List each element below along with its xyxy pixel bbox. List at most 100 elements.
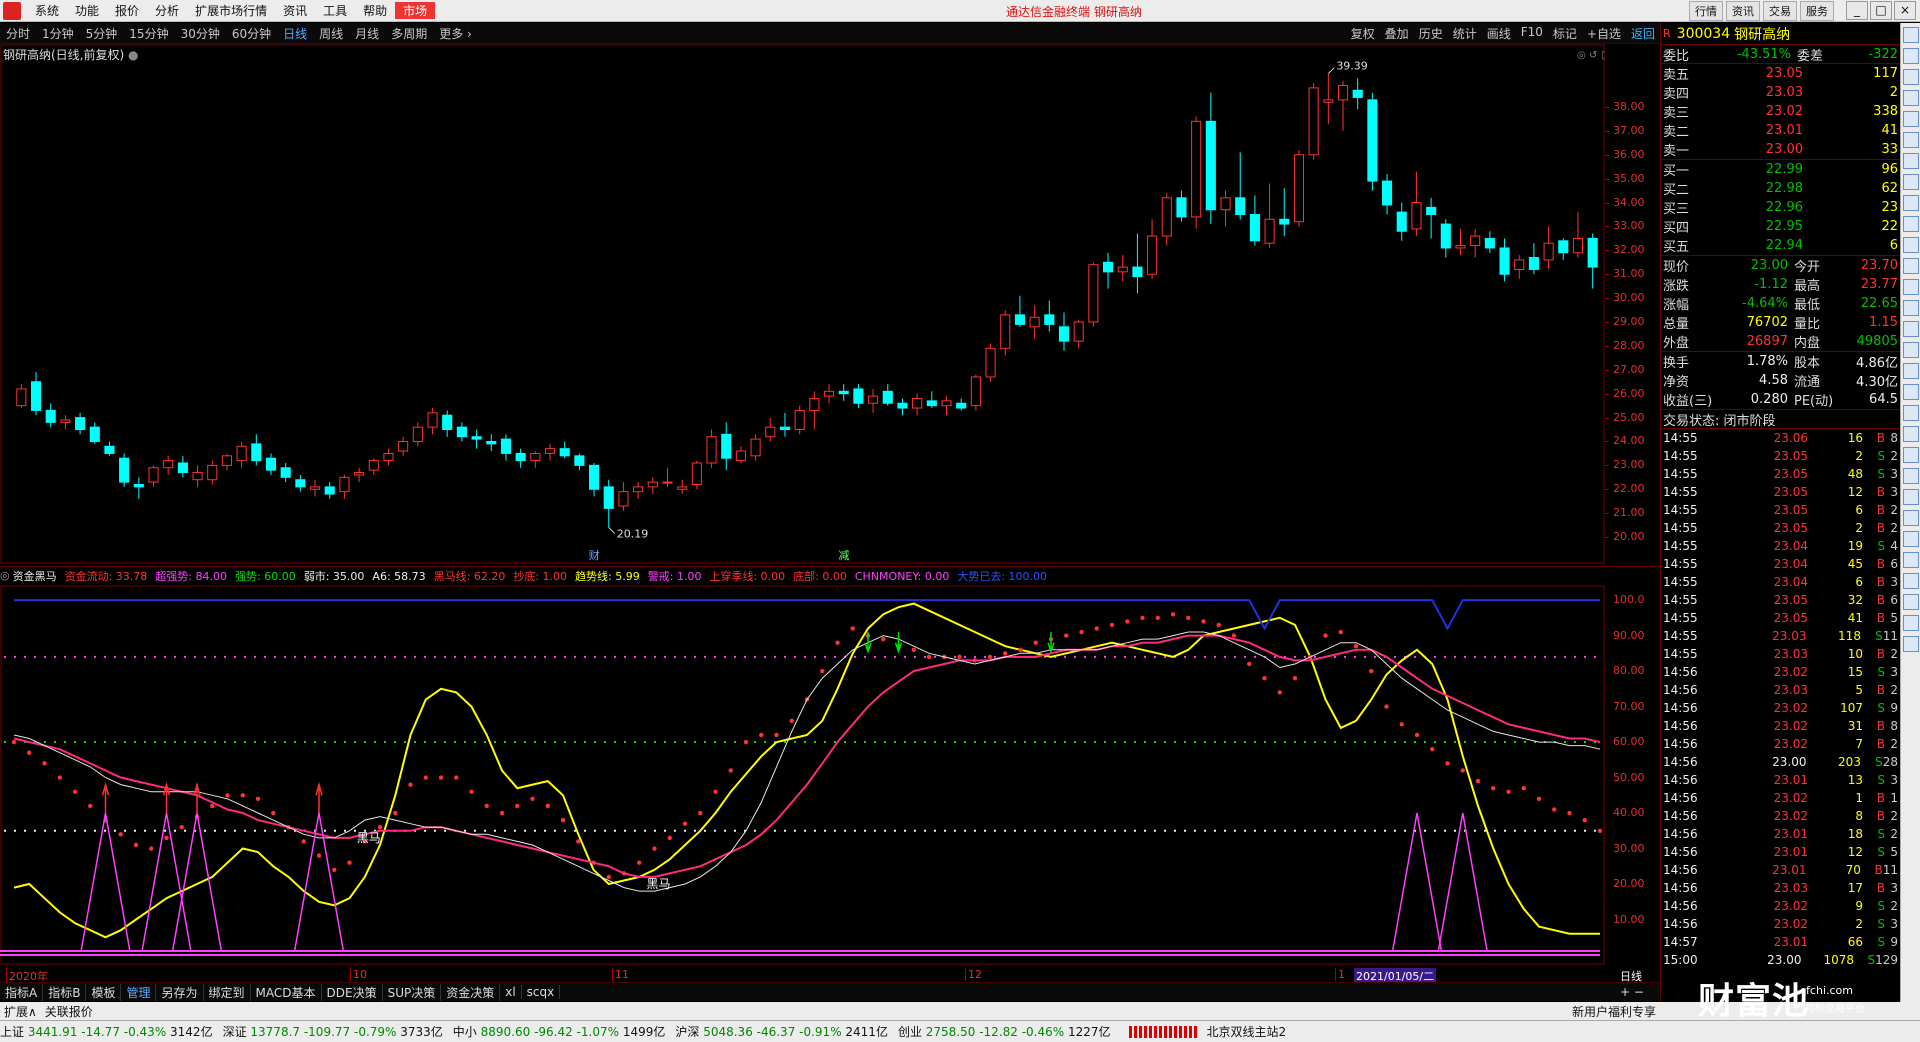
doc-icon[interactable]	[1903, 300, 1919, 316]
window-icon[interactable]	[1903, 237, 1919, 253]
indicator-toggle-icon[interactable]: ◎	[0, 569, 10, 582]
grid-icon[interactable]	[1903, 111, 1919, 127]
toolbar-stats[interactable]: 统计	[1448, 25, 1482, 42]
tick-list[interactable]: 14:55 23.06 16 B 8 14:55 23.05 2 S 2 14:55 23.05 48 S…	[1661, 429, 1900, 969]
indicator-tab[interactable]: SUP决策	[383, 983, 442, 1001]
month-icon[interactable]	[1903, 573, 1919, 589]
home-icon[interactable]	[1903, 27, 1919, 43]
up-icon[interactable]	[1903, 48, 1919, 64]
period-60min[interactable]: 60分钟	[226, 25, 277, 42]
toolbar-add-watchlist[interactable]: +自选	[1582, 25, 1626, 42]
index-quote[interactable]: 中小 8890.60 -96.42 -1.07% 1499亿	[453, 1023, 666, 1040]
indicator-tab[interactable]: 管理	[121, 983, 157, 1001]
top-button-trade[interactable]: 交易	[1763, 1, 1797, 21]
maximize-button[interactable]: □	[1870, 1, 1892, 20]
toolbar-draw[interactable]: 画线	[1482, 25, 1516, 42]
candlestick-chart[interactable]: 39.3920.19财减◎↺□	[0, 44, 1605, 564]
kline-icon[interactable]	[1903, 195, 1919, 211]
indicator-tab[interactable]: 指标B	[43, 983, 87, 1001]
toolbar-history[interactable]: 历史	[1414, 25, 1448, 42]
index-quote[interactable]: 创业 2758.50 -12.82 -0.46% 1227亿	[898, 1023, 1111, 1040]
calc-icon[interactable]	[1903, 447, 1919, 463]
bar-icon[interactable]	[1903, 153, 1919, 169]
menu-function[interactable]: 功能	[67, 2, 107, 19]
indicator-name[interactable]: 资金黑马	[13, 568, 57, 584]
season-icon[interactable]	[1903, 615, 1919, 631]
server-name[interactable]: 北京双线主站2	[1207, 1023, 1287, 1040]
period-multi[interactable]: 多周期	[385, 25, 433, 42]
indicator-tab[interactable]: 绑定到	[204, 983, 251, 1001]
menu-system[interactable]: 系统	[27, 2, 67, 19]
cross-icon[interactable]	[1903, 342, 1919, 358]
toolbar-mark[interactable]: 标记	[1548, 25, 1582, 42]
fund-flow-point	[179, 825, 184, 830]
year-icon[interactable]	[1903, 636, 1919, 652]
thirty-icon[interactable]	[1903, 489, 1919, 505]
indicator-chart[interactable]: 黑马黑马	[0, 585, 1605, 965]
indicator-tab[interactable]: xl	[500, 985, 522, 999]
index-quote[interactable]: 上证 3441.91 -14.77 -0.43% 3142亿	[0, 1023, 213, 1040]
top-button-quote[interactable]: 行情	[1689, 1, 1723, 21]
promo-link[interactable]: 新用户福利专享	[1572, 1003, 1656, 1020]
price-tick: 23.00	[1613, 458, 1645, 472]
week-icon[interactable]	[1903, 552, 1919, 568]
fund-flow-point	[728, 768, 733, 773]
rsi-icon[interactable]	[1903, 321, 1919, 337]
star-icon[interactable]	[1903, 384, 1919, 400]
top-button-news[interactable]: 资讯	[1726, 1, 1760, 21]
toolbar-f10[interactable]: F10	[1516, 25, 1548, 42]
period-intraday[interactable]: 分时	[0, 25, 36, 42]
toolbar-overlay[interactable]: 叠加	[1380, 25, 1414, 42]
period-more[interactable]: 更多 ›	[433, 25, 478, 42]
indicator-tab[interactable]: 指标A	[0, 983, 44, 1001]
menu-extended-market[interactable]: 扩展市场行情	[187, 2, 275, 19]
toolbar-back[interactable]: 返回	[1626, 25, 1660, 42]
period-5min[interactable]: 5分钟	[80, 25, 124, 42]
period-daily[interactable]: 日线	[277, 25, 313, 42]
indicator-tab[interactable]: 资金决策	[441, 983, 501, 1001]
close-button[interactable]: ×	[1894, 1, 1916, 20]
expand-button[interactable]: 扩展∧	[0, 1003, 41, 1020]
period-30min[interactable]: 30分钟	[175, 25, 226, 42]
minimize-button[interactable]: _	[1846, 1, 1868, 20]
indicator-tab[interactable]: DDE决策	[322, 983, 383, 1001]
fund-flow-point	[469, 789, 474, 794]
indicator-tab[interactable]: MACD基本	[251, 983, 322, 1001]
multi-icon[interactable]	[1903, 594, 1919, 610]
indicator-tab[interactable]: 模板	[86, 983, 122, 1001]
list-icon[interactable]	[1903, 90, 1919, 106]
down-icon[interactable]	[1903, 69, 1919, 85]
period-1min[interactable]: 1分钟	[36, 25, 80, 42]
menu-quote[interactable]: 报价	[107, 2, 147, 19]
toolbar-restore-right[interactable]: 复权	[1346, 25, 1380, 42]
grid2-icon[interactable]	[1903, 279, 1919, 295]
f10-icon[interactable]	[1903, 258, 1919, 274]
indicator-tab[interactable]: 另存为	[156, 983, 204, 1001]
indicator-tab[interactable]: scqx	[522, 985, 561, 999]
settings-circle-icon[interactable]: ●	[128, 48, 138, 62]
fund-flow-point	[210, 803, 215, 809]
day-icon[interactable]	[1903, 531, 1919, 547]
chart2-icon[interactable]	[1903, 405, 1919, 421]
menu-news[interactable]: 资讯	[275, 2, 315, 19]
related-quote-button[interactable]: 关联报价	[41, 1003, 97, 1020]
menu-analysis[interactable]: 分析	[147, 2, 187, 19]
index-quote[interactable]: 深证 13778.7 -109.77 -0.79% 3733亿	[223, 1023, 443, 1040]
info-icon[interactable]	[1903, 216, 1919, 232]
pen-icon[interactable]	[1903, 363, 1919, 379]
menu-tools[interactable]: 工具	[315, 2, 355, 19]
fifteen-icon[interactable]	[1903, 468, 1919, 484]
chart-icon[interactable]	[1903, 132, 1919, 148]
menu-market[interactable]: 市场	[395, 2, 436, 19]
zoom-controls[interactable]: + −	[1620, 985, 1644, 999]
period-15min[interactable]: 15分钟	[123, 25, 174, 42]
index-quote[interactable]: 沪深 5048.36 -46.37 -0.91% 2411亿	[675, 1023, 888, 1040]
period-weekly[interactable]: 周线	[313, 25, 349, 42]
table-icon[interactable]	[1903, 174, 1919, 190]
one-icon[interactable]	[1903, 426, 1919, 442]
sixty-icon[interactable]	[1903, 510, 1919, 526]
fund-flow-point	[484, 803, 489, 809]
period-monthly[interactable]: 月线	[349, 25, 385, 42]
menu-help[interactable]: 帮助	[355, 2, 395, 19]
top-button-service[interactable]: 服务	[1800, 1, 1834, 21]
